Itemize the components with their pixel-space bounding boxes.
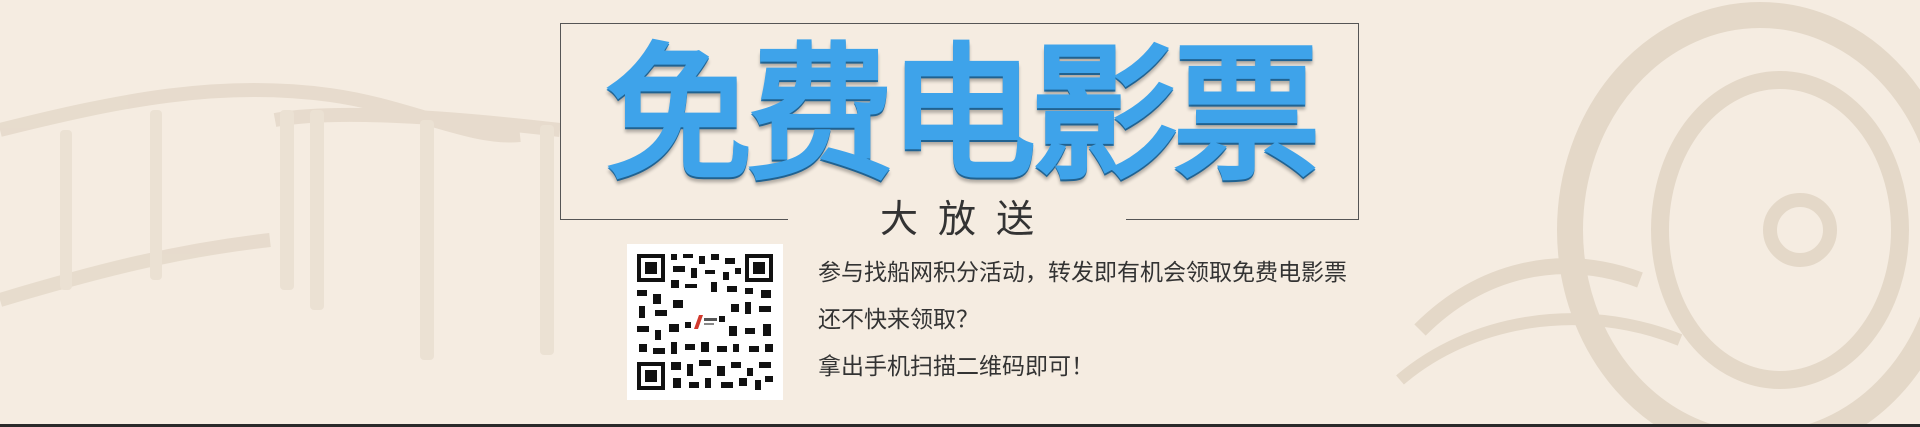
film-strip-frames bbox=[60, 110, 554, 360]
description-line-3: 拿出手机扫描二维码即可！ bbox=[818, 354, 1094, 380]
description-line-2: 还不快来领取？ bbox=[818, 307, 979, 333]
page-subtitle: 大放送 bbox=[879, 197, 1054, 241]
qr-logo-icon bbox=[691, 309, 719, 333]
film-reel-icon bbox=[1396, 2, 1920, 427]
qr-code[interactable] bbox=[627, 244, 783, 400]
description-line-1: 参与找船网积分活动，转发即有机会领取免费电影票 bbox=[818, 260, 1347, 286]
page-title: 免费电影票 bbox=[604, 29, 1321, 201]
description: 参与找船网积分活动，转发即有机会领取免费电影票 还不快来领取？ 拿出手机扫描二维… bbox=[818, 250, 1378, 391]
